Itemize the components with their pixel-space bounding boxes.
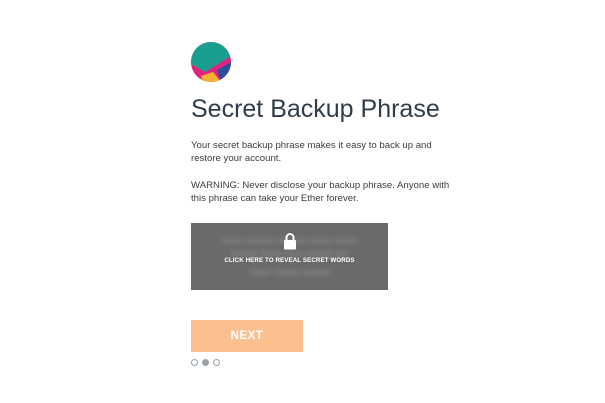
reveal-secret-words-button[interactable]: xxxxx xxxxxx xxxxx xx xxx xx xxxx x xxxx xx … [191,223,388,290]
next-button[interactable]: NEXT [191,320,303,352]
jazzicon-avatar-icon [191,42,231,82]
avatar [191,42,231,82]
pager-dot-3[interactable] [213,359,220,366]
page-title: Secret Backup Phrase [191,95,440,123]
intro-text: Your secret backup phrase makes it easy … [191,140,432,164]
reveal-label: CLICK HERE TO REVEAL SECRET WORDS [224,257,355,264]
blurred-secret-words: xxxxx xxxxxx xxxxxx [248,267,331,277]
lock-icon [284,233,296,250]
pager-dot-2[interactable] [202,359,209,366]
backup-phrase-screen: { "account": { "avatar_icon": "jazzicon-… [0,0,605,403]
pager-dot-1[interactable] [191,359,198,366]
warning-text: WARNING: Never disclose your backup phra… [191,180,450,204]
